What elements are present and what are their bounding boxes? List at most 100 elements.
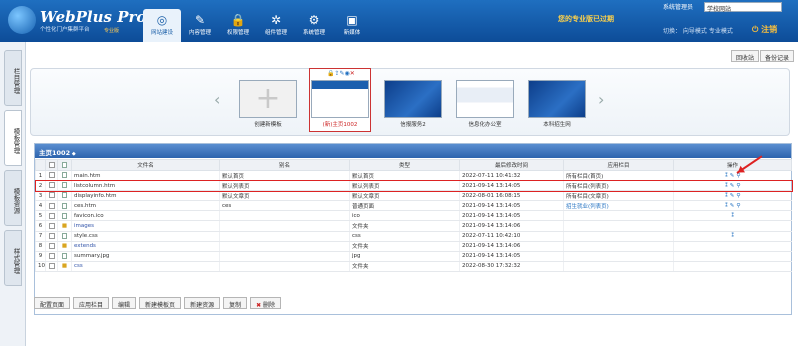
logout-button[interactable]: ⏻ 注销 <box>752 24 777 35</box>
edit-button[interactable]: 编辑 <box>112 297 137 309</box>
checkbox[interactable] <box>48 192 55 199</box>
table-row[interactable]: 2 listcolumn.htm 默认列表页 默认列表页 2021-09-14 13:1… <box>34 179 793 192</box>
file-name[interactable]: style.css <box>71 231 220 242</box>
table-row[interactable]: 7 style.css css 2022-07-11 10:42:10 ⁑ <box>35 231 792 242</box>
row-actions[interactable]: ⁑✎⚲ <box>673 180 792 192</box>
link-icon[interactable]: ⁑ <box>725 173 728 179</box>
checkbox[interactable] <box>48 253 55 260</box>
row-actions[interactable] <box>673 220 792 232</box>
modified-time: 2021-09-14 13:14:05 <box>459 210 564 222</box>
template-thumbnail <box>528 80 586 118</box>
row-actions[interactable]: ⁑✎⚲ <box>673 190 792 202</box>
table-row[interactable]: 9 summary.jpg jpg 2021-09-14 13:14:05 <box>35 251 792 262</box>
link-icon[interactable]: ⁑ <box>725 203 728 209</box>
table-row[interactable]: 5 favicon.ico ico 2021-09-14 13:14:05 ⁑ <box>35 210 792 222</box>
table-row[interactable]: 6 ■ images 文件夹 2021-09-14 13:14:06 <box>35 220 792 232</box>
chevron-right-icon[interactable]: › <box>598 90 604 109</box>
nav-component[interactable]: ✲ 组件管理 <box>257 9 295 42</box>
side-tab-styles[interactable]: 样式管理 <box>4 230 22 286</box>
file-name[interactable]: summary.jpg <box>71 251 220 262</box>
modified-time: 2022-08-01 16:08:15 <box>459 190 564 202</box>
close-icon[interactable]: ✕ <box>350 70 355 77</box>
nav-site-build[interactable]: ◎ 网站建设 <box>143 9 181 42</box>
link-icon[interactable]: ⁑ <box>731 233 734 239</box>
template-card-office[interactable]: 信息化办公室 <box>455 80 515 128</box>
apply-column-button[interactable]: 应用栏目 <box>73 297 110 309</box>
edit-icon[interactable]: ✎ <box>730 193 735 199</box>
link-icon[interactable]: ⁑ <box>725 193 728 199</box>
edit-icon[interactable]: ✎ <box>730 183 735 189</box>
modified-time: 2021-09-14 13:14:05 <box>459 251 564 262</box>
file-name[interactable]: main.htm <box>71 170 220 182</box>
table-row[interactable]: 4 ces.htm ces 普通页面 2021-09-14 13:14:05 招生就业(列… <box>35 200 792 212</box>
search-icon[interactable]: ⚲ <box>736 203 740 209</box>
mode-switch[interactable]: 切换： 向导模式 专业模式 <box>663 26 733 35</box>
select-all-checkbox[interactable] <box>48 161 55 168</box>
row-checkbox[interactable] <box>45 241 58 252</box>
row-checkbox[interactable] <box>45 251 58 262</box>
table-row[interactable]: 10 ■ css 文件夹 2022-08-30 17:32:32 <box>35 261 792 272</box>
file-alias <box>219 241 350 252</box>
checkbox[interactable] <box>48 232 55 239</box>
side-tab-templates[interactable]: 模板管理 <box>4 110 22 166</box>
checkbox[interactable] <box>48 222 55 229</box>
side-tab-template-resources[interactable]: 模板资源 <box>4 170 22 226</box>
file-name[interactable]: css <box>71 261 220 272</box>
nav-permission[interactable]: 🔒 权限管理 <box>219 9 257 42</box>
row-checkbox[interactable] <box>45 261 58 272</box>
nav-new-media[interactable]: ▣ 新媒体 <box>333 9 371 42</box>
table-row[interactable]: 8 ■ extends 文件夹 2021-09-14 13:14:06 <box>35 241 792 252</box>
search-icon[interactable]: ⚲ <box>736 183 740 189</box>
row-actions[interactable] <box>673 261 792 272</box>
row-checkbox[interactable] <box>45 170 58 182</box>
row-checkbox[interactable] <box>45 210 58 222</box>
new-template-page-button[interactable]: 新建模板页 <box>139 297 182 309</box>
row-checkbox[interactable] <box>45 180 58 192</box>
config-page-button[interactable]: 配置页面 <box>34 297 71 309</box>
row-checkbox[interactable] <box>45 220 58 232</box>
row-checkbox[interactable] <box>45 231 58 242</box>
template-card-home1002[interactable]: (新)主页1002 <box>310 80 370 128</box>
search-icon[interactable]: ⚲ <box>736 193 740 199</box>
backup-button[interactable]: 备份记录 <box>760 50 795 62</box>
link-icon[interactable]: ⁑ <box>731 213 734 219</box>
file-name[interactable]: listcolumn.htm <box>71 180 220 192</box>
file-name[interactable]: images <box>71 220 220 232</box>
nav-system[interactable]: ⚙ 系统管理 <box>295 9 333 42</box>
checkbox[interactable] <box>48 263 55 270</box>
chevron-left-icon[interactable]: ‹ <box>214 90 220 109</box>
edit-icon[interactable]: ✎ <box>730 203 735 209</box>
checkbox[interactable] <box>48 202 55 209</box>
row-actions[interactable] <box>673 241 792 252</box>
row-actions[interactable]: ⁑✎⚲ <box>673 200 792 212</box>
site-select[interactable]: 学校网站 <box>704 2 782 13</box>
template-card-service2[interactable]: 信报服务2 <box>383 80 443 128</box>
checkbox[interactable] <box>48 212 55 219</box>
checkbox[interactable] <box>48 182 55 189</box>
row-checkbox[interactable] <box>45 190 58 202</box>
checkbox[interactable] <box>48 242 55 249</box>
row-actions[interactable] <box>673 251 792 262</box>
link-icon[interactable]: ⁑ <box>725 183 728 189</box>
file-type: 默认文章页 <box>349 190 460 202</box>
file-name[interactable]: ces.htm <box>71 200 220 212</box>
nav-content[interactable]: ✎ 内容管理 <box>181 9 219 42</box>
file-name[interactable]: extends <box>71 241 220 252</box>
checkbox[interactable] <box>48 172 55 179</box>
side-tab-columns[interactable]: 栏目管理 <box>4 50 22 106</box>
file-name[interactable]: displayinfo.htm <box>71 190 220 202</box>
table-row[interactable]: 1 main.htm 默认首页 默认首页 2022-07-11 10:41:32 所有栏目… <box>35 170 792 182</box>
table-row[interactable]: 3 displayinfo.htm 默认文章页 默认文章页 2022-08-01 16:… <box>35 190 792 202</box>
row-checkbox[interactable] <box>45 200 58 212</box>
main-nav: ◎ 网站建设 ✎ 内容管理 🔒 权限管理 ✲ 组件管理 ⚙ 系统管理 ▣ 新媒体 <box>143 9 371 42</box>
recycle-button[interactable]: 回收站 <box>731 50 760 62</box>
copy-button[interactable]: 复制 <box>223 297 248 309</box>
file-name[interactable]: favicon.ico <box>71 210 220 222</box>
folder-icon: ■ <box>57 220 72 232</box>
row-actions[interactable]: ⁑ <box>673 231 792 242</box>
delete-button[interactable]: ✖ 删除 <box>250 297 282 309</box>
row-actions[interactable]: ⁑ <box>673 210 792 222</box>
template-card-admission[interactable]: 本科招生网 <box>527 80 587 128</box>
new-resource-button[interactable]: 新建资源 <box>184 297 221 309</box>
template-card-new[interactable]: + 创建新模板 <box>238 80 298 128</box>
